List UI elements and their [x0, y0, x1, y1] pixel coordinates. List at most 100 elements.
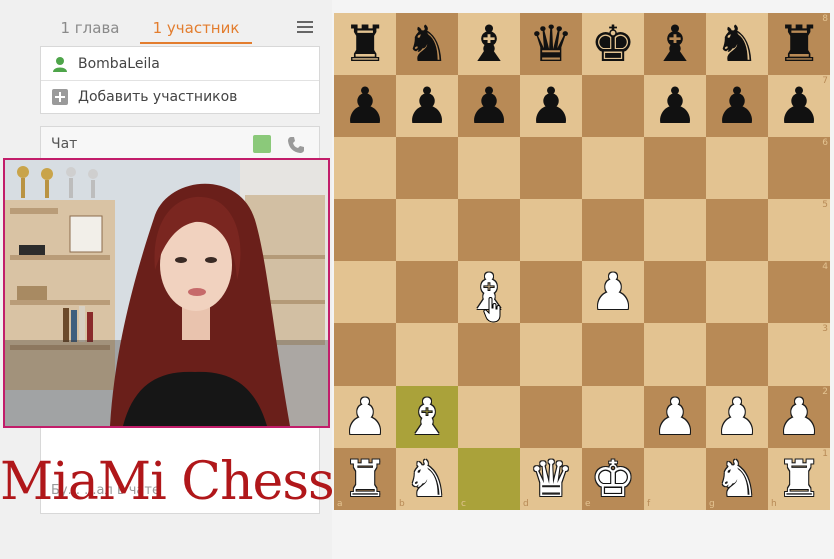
square-g7[interactable]: ♟ [706, 75, 768, 138]
black-pawn-piece[interactable]: ♟ [777, 81, 822, 131]
white-pawn-piece[interactable]: ♟ [715, 392, 760, 442]
square-c6[interactable] [458, 137, 520, 200]
square-h4[interactable]: 4 [768, 261, 830, 324]
square-h6[interactable]: 6 [768, 137, 830, 200]
square-c3[interactable] [458, 323, 520, 386]
square-b7[interactable]: ♟ [396, 75, 458, 138]
black-bishop-piece[interactable]: ♝ [467, 19, 512, 69]
chat-toggle[interactable] [253, 135, 271, 153]
square-d3[interactable] [520, 323, 582, 386]
white-bishop-piece[interactable]: ♝ [405, 392, 450, 442]
white-pawn-piece[interactable]: ♟ [343, 392, 388, 442]
square-a2[interactable]: ♟ [334, 385, 396, 448]
square-e7[interactable] [582, 75, 644, 138]
square-g4[interactable] [706, 261, 768, 324]
black-knight-piece[interactable]: ♞ [715, 19, 760, 69]
square-f1[interactable]: f [644, 447, 706, 510]
square-f5[interactable] [644, 199, 706, 262]
white-queen-piece[interactable]: ♛ [529, 454, 574, 504]
black-queen-piece[interactable]: ♛ [529, 19, 574, 69]
square-b6[interactable] [396, 137, 458, 200]
square-b3[interactable] [396, 323, 458, 386]
white-pawn-piece[interactable]: ♟ [777, 392, 822, 442]
square-a8[interactable]: ♜ [334, 13, 396, 76]
square-a7[interactable]: ♟ [334, 75, 396, 138]
hamburger-icon [297, 21, 313, 33]
square-e3[interactable] [582, 323, 644, 386]
square-a5[interactable] [334, 199, 396, 262]
square-g3[interactable] [706, 323, 768, 386]
square-h7[interactable]: 7 ♟ [768, 75, 830, 138]
square-b5[interactable] [396, 199, 458, 262]
square-g2[interactable]: ♟ [706, 385, 768, 448]
square-c2[interactable] [458, 385, 520, 448]
square-f8[interactable]: ♝ [644, 13, 706, 76]
square-g8[interactable]: ♞ [706, 13, 768, 76]
square-g6[interactable] [706, 137, 768, 200]
black-knight-piece[interactable]: ♞ [405, 19, 450, 69]
square-e8[interactable]: ♚ [582, 13, 644, 76]
square-h5[interactable]: 5 [768, 199, 830, 262]
black-king-piece[interactable]: ♚ [591, 19, 636, 69]
chat-header: Чат [41, 127, 319, 161]
square-c5[interactable] [458, 199, 520, 262]
square-e6[interactable] [582, 137, 644, 200]
square-d4[interactable] [520, 261, 582, 324]
square-d2[interactable] [520, 385, 582, 448]
square-f4[interactable] [644, 261, 706, 324]
square-e4[interactable]: ♟ [582, 261, 644, 324]
square-h1[interactable]: 1 h ♜ [768, 447, 830, 510]
black-bishop-piece[interactable]: ♝ [653, 19, 698, 69]
square-f6[interactable] [644, 137, 706, 200]
white-pawn-piece[interactable]: ♟ [653, 392, 698, 442]
black-pawn-piece[interactable]: ♟ [529, 81, 574, 131]
square-c1[interactable]: c [458, 447, 520, 510]
black-pawn-piece[interactable]: ♟ [653, 81, 698, 131]
square-d6[interactable] [520, 137, 582, 200]
add-participants-button[interactable]: Добавить участников [41, 80, 319, 113]
square-d8[interactable]: ♛ [520, 13, 582, 76]
square-d1[interactable]: d ♛ [520, 447, 582, 510]
square-f2[interactable]: ♟ [644, 385, 706, 448]
tab-chapters[interactable]: 1 глава [40, 10, 140, 44]
square-c8[interactable]: ♝ [458, 13, 520, 76]
square-e5[interactable] [582, 199, 644, 262]
square-a3[interactable] [334, 323, 396, 386]
chess-board[interactable]: ♜ ♞ ♝ ♛ ♚ ♝ ♞ 8 ♜ ♟ ♟ ♟ ♟ ♟ ♟ 7 ♟ 6 5 ♝ ♟ 4 3 ♟ ♝ ♟ ♟ 2 ♟ a ♜ b ♞ c d ♛ e ♚ f g… [334, 13, 830, 510]
black-pawn-piece[interactable]: ♟ [715, 81, 760, 131]
square-c7[interactable]: ♟ [458, 75, 520, 138]
call-button[interactable] [285, 134, 307, 156]
square-f7[interactable]: ♟ [644, 75, 706, 138]
square-g5[interactable] [706, 199, 768, 262]
square-d7[interactable]: ♟ [520, 75, 582, 138]
square-h2[interactable]: 2 ♟ [768, 385, 830, 448]
square-a1[interactable]: a ♜ [334, 447, 396, 510]
black-rook-piece[interactable]: ♜ [343, 19, 388, 69]
square-b2[interactable]: ♝ [396, 385, 458, 448]
white-rook-piece[interactable]: ♜ [777, 454, 822, 504]
square-b4[interactable] [396, 261, 458, 324]
black-pawn-piece[interactable]: ♟ [467, 81, 512, 131]
square-b8[interactable]: ♞ [396, 13, 458, 76]
square-d5[interactable] [520, 199, 582, 262]
tab-participants[interactable]: 1 участник [140, 10, 252, 44]
participant-row[interactable]: BombaLeila [41, 47, 319, 80]
square-e1[interactable]: e ♚ [582, 447, 644, 510]
white-pawn-piece[interactable]: ♟ [591, 267, 636, 317]
white-king-piece[interactable]: ♚ [591, 454, 636, 504]
square-g1[interactable]: g ♞ [706, 447, 768, 510]
square-f3[interactable] [644, 323, 706, 386]
square-a4[interactable] [334, 261, 396, 324]
menu-button[interactable] [290, 13, 320, 41]
square-b1[interactable]: b ♞ [396, 447, 458, 510]
square-h8[interactable]: 8 ♜ [768, 13, 830, 76]
black-pawn-piece[interactable]: ♟ [343, 81, 388, 131]
white-rook-piece[interactable]: ♜ [343, 454, 388, 504]
black-rook-piece[interactable]: ♜ [777, 19, 822, 69]
black-pawn-piece[interactable]: ♟ [405, 81, 450, 131]
white-knight-piece[interactable]: ♞ [715, 454, 760, 504]
square-h3[interactable]: 3 [768, 323, 830, 386]
white-knight-piece[interactable]: ♞ [405, 454, 450, 504]
square-e2[interactable] [582, 385, 644, 448]
square-a6[interactable] [334, 137, 396, 200]
